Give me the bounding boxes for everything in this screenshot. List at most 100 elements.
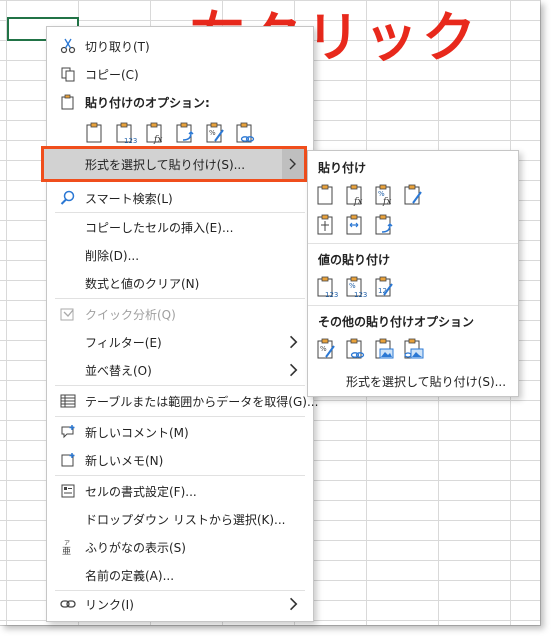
- svg-text:fx: fx: [382, 197, 391, 207]
- menu-item-label: スマート検索(L): [85, 191, 173, 206]
- svg-text:fx: fx: [153, 135, 162, 145]
- menu-item-label: 切り取り(T): [85, 39, 150, 54]
- menu-item-insert-copied[interactable]: コピーしたセルの挿入(E)...: [47, 214, 313, 240]
- menu-item-label: 並べ替え(O): [85, 363, 152, 378]
- menu-item-label: 数式と値のクリア(N): [85, 276, 200, 291]
- paste-keep-source-icon[interactable]: [401, 183, 425, 207]
- svg-text:123: 123: [325, 291, 338, 299]
- menu-item-label: 削除(D)...: [85, 248, 140, 263]
- copy-icon: [59, 65, 77, 83]
- separator: [55, 475, 305, 476]
- quick-analysis-icon: [59, 305, 77, 323]
- separator: [55, 212, 305, 213]
- note-icon: [59, 451, 77, 469]
- paste-options-row: 123 fx %: [83, 121, 257, 145]
- submenu-paste-header: 貼り付け: [318, 161, 367, 175]
- menu-item-label: ドロップダウン リストから選択(K)...: [85, 512, 286, 527]
- paste-icon: [59, 93, 77, 111]
- paste-formulas-icon[interactable]: fx: [343, 183, 367, 207]
- menu-item-label: 新しいメモ(N): [85, 453, 164, 468]
- menu-item-phonetic[interactable]: ア亜 ふりがなの表示(S): [47, 534, 313, 560]
- submenu-arrow-box: [282, 149, 304, 179]
- menu-item-paste-special[interactable]: 形式を選択して貼り付け(S)...: [41, 146, 307, 182]
- submenu-other-row: %: [314, 337, 425, 361]
- submenu-paste-special-link[interactable]: 形式を選択して貼り付け(S)...: [346, 373, 506, 390]
- paste-link-icon[interactable]: [233, 121, 257, 145]
- paste-transpose-icon[interactable]: [173, 121, 197, 145]
- separator: [55, 385, 305, 386]
- paste-no-borders-icon[interactable]: [314, 213, 338, 237]
- chevron-right-icon: [290, 597, 298, 611]
- menu-item-label: テーブルまたは範囲からデータを取得(G)...: [85, 394, 319, 409]
- search-icon: [59, 189, 77, 207]
- context-menu: 切り取り(T) コピー(C) 貼り付けのオプション: 123 fx % 形式を選…: [41, 26, 318, 622]
- menu-item-link[interactable]: リンク(I): [47, 591, 313, 617]
- svg-text:fx: fx: [353, 197, 362, 207]
- menu-item-define-name[interactable]: 名前の定義(A)...: [47, 562, 313, 588]
- menu-item-sort[interactable]: 並べ替え(O): [47, 357, 313, 383]
- paste-values-icon[interactable]: 123: [314, 275, 338, 299]
- menu-item-label: リンク(I): [85, 597, 134, 612]
- paste-special-submenu: 貼り付け fx % fx 値の貼り付け 123 % 123 12 その他の貼り付…: [307, 150, 519, 397]
- paste-column-widths-icon[interactable]: [343, 213, 367, 237]
- svg-text:123: 123: [124, 137, 137, 145]
- submenu-values-header: 値の貼り付け: [318, 253, 391, 267]
- menu-item-get-data[interactable]: テーブルまたは範囲からデータを取得(G)...: [47, 388, 318, 414]
- scissors-icon: [59, 37, 77, 55]
- paste-values-icon[interactable]: 123: [113, 121, 137, 145]
- menu-item-smart-lookup[interactable]: スマート検索(L): [47, 185, 313, 211]
- submenu-paste-row-2: [314, 213, 396, 237]
- paste-formulas-number-format-icon[interactable]: % fx: [372, 183, 396, 207]
- menu-item-copy[interactable]: コピー(C): [47, 61, 313, 87]
- svg-text:%: %: [320, 345, 327, 353]
- paste-values-number-format-icon[interactable]: % 123: [343, 275, 367, 299]
- paste-formatting-icon[interactable]: %: [314, 337, 338, 361]
- paste-values-source-format-icon[interactable]: 12: [372, 275, 396, 299]
- paste-linked-picture-icon[interactable]: [401, 337, 425, 361]
- table-icon: [59, 392, 77, 410]
- menu-item-format-cells[interactable]: セルの書式設定(F)...: [47, 478, 313, 504]
- paste-options-label: 貼り付けのオプション:: [85, 95, 210, 110]
- separator: [308, 243, 518, 244]
- paste-options-header: 貼り付けのオプション:: [47, 89, 313, 115]
- chevron-right-icon: [290, 335, 298, 349]
- menu-item-quick-analysis[interactable]: クイック分析(Q): [47, 301, 313, 327]
- submenu-paste-row-1: fx % fx: [314, 183, 425, 207]
- menu-item-clear[interactable]: 数式と値のクリア(N): [47, 270, 313, 296]
- paste-formatting-icon[interactable]: %: [203, 121, 227, 145]
- menu-item-filter[interactable]: フィルター(E): [47, 329, 313, 355]
- menu-item-new-note[interactable]: 新しいメモ(N): [47, 447, 313, 473]
- menu-item-dropdown-list[interactable]: ドロップダウン リストから選択(K)...: [47, 506, 313, 532]
- paste-link-icon[interactable]: [343, 337, 367, 361]
- menu-item-label: セルの書式設定(F)...: [85, 484, 197, 499]
- menu-item-label: 新しいコメント(M): [85, 425, 189, 440]
- link-icon: [59, 595, 77, 613]
- svg-text:123: 123: [354, 291, 367, 299]
- comment-icon: [59, 423, 77, 441]
- paste-button-icon[interactable]: [83, 121, 107, 145]
- phonetic-icon: ア亜: [59, 538, 77, 556]
- submenu-values-row: 123 % 123 12: [314, 275, 396, 299]
- chevron-right-icon: [289, 158, 296, 170]
- paste-transpose-icon[interactable]: [372, 213, 396, 237]
- svg-text:ア: ア: [64, 540, 70, 547]
- submenu-other-header: その他の貼り付けオプション: [318, 315, 475, 329]
- separator: [308, 305, 518, 306]
- svg-text:%: %: [349, 282, 356, 290]
- menu-item-label: クイック分析(Q): [85, 307, 176, 322]
- menu-item-delete[interactable]: 削除(D)...: [47, 242, 313, 268]
- chevron-right-icon: [290, 363, 298, 377]
- menu-item-label: コピー(C): [85, 67, 139, 82]
- paste-picture-icon[interactable]: [372, 337, 396, 361]
- menu-item-cut[interactable]: 切り取り(T): [47, 33, 313, 59]
- menu-item-label: ふりがなの表示(S): [85, 540, 186, 555]
- svg-text:亜: 亜: [62, 546, 71, 555]
- separator: [55, 416, 305, 417]
- menu-item-new-comment[interactable]: 新しいコメント(M): [47, 419, 313, 445]
- svg-text:%: %: [209, 129, 216, 137]
- separator: [55, 298, 305, 299]
- menu-item-label: コピーしたセルの挿入(E)...: [85, 220, 234, 235]
- paste-formulas-icon[interactable]: fx: [143, 121, 167, 145]
- menu-item-label: 形式を選択して貼り付け(S)...: [85, 157, 246, 172]
- paste-icon[interactable]: [314, 183, 338, 207]
